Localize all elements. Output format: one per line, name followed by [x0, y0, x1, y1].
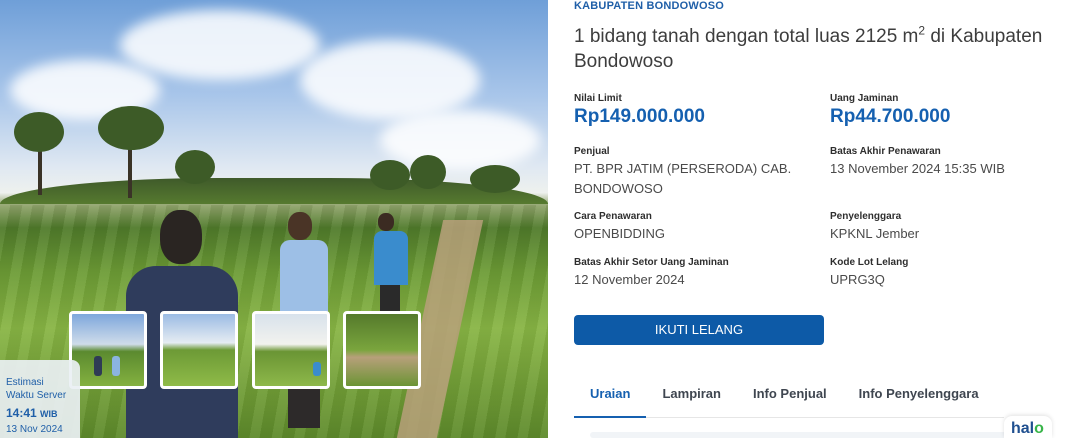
tree [410, 155, 446, 189]
cloud [300, 40, 480, 120]
follow-auction-button[interactable]: IKUTI LELANG [574, 315, 824, 345]
cara-penawaran-value: OPENBIDDING [574, 226, 666, 241]
detail-tabs: Uraian Lampiran Info Penjual Info Penyel… [574, 380, 1004, 418]
tree [14, 112, 64, 152]
batas-setor-jaminan: Batas Akhir Setor Uang Jaminan 12 Novemb… [574, 257, 814, 290]
treeline [0, 178, 548, 204]
tree [98, 106, 164, 150]
tree [175, 150, 215, 184]
region-label: KABUPATEN BONDOWOSO [574, 0, 725, 12]
penyelenggara-value: KPKNL Jember [830, 226, 920, 241]
main-photo[interactable]: Estimasi Waktu Server 14:41 WIB 13 Nov 2… [0, 0, 548, 438]
kode-lot: Kode Lot Lelang UPRG3Q [830, 257, 1070, 290]
penjual: Penjual PT. BPR JATIM (PERSERODA) CAB. B… [574, 146, 804, 199]
tab-lampiran[interactable]: Lampiran [646, 380, 737, 418]
halo-chat-logo[interactable]: halo [1004, 416, 1052, 438]
kode-lot-value: UPRG3Q [830, 272, 885, 287]
thumbnail-3[interactable] [252, 311, 330, 389]
server-time: 14:41 WIB [6, 406, 58, 420]
server-time-label: Estimasi [6, 377, 44, 388]
penyelenggara: Penyelenggara KPKNL Jember [830, 211, 1070, 244]
tab-content [590, 432, 1010, 438]
nilai-limit: Nilai Limit Rp149.000.000 [574, 93, 814, 128]
server-time-label: Waktu Server [6, 390, 67, 401]
cloud [380, 110, 540, 170]
server-date: 13 Nov 2024 [6, 424, 63, 435]
thumbnail-2[interactable] [160, 311, 238, 389]
server-time-widget: Estimasi Waktu Server 14:41 WIB 13 Nov 2… [0, 360, 80, 438]
uang-jaminan: Uang Jaminan Rp44.700.000 [830, 93, 1070, 128]
cara-penawaran: Cara Penawaran OPENBIDDING [574, 211, 814, 244]
thumbnail-1[interactable] [69, 311, 147, 389]
tab-info-penjual[interactable]: Info Penjual [737, 380, 843, 418]
tab-info-penyelenggara[interactable]: Info Penyelenggara [843, 380, 995, 418]
batas-akhir-penawaran: Batas Akhir Penawaran 13 November 2024 1… [830, 146, 1070, 179]
batas-akhir-penawaran-value: 13 November 2024 15:35 WIB [830, 161, 1005, 176]
tree [470, 165, 520, 193]
tab-uraian[interactable]: Uraian [574, 380, 647, 418]
lot-info-panel: KABUPATEN BONDOWOSO 1 bidang tanah denga… [574, 0, 1074, 438]
nilai-limit-value: Rp149.000.000 [574, 106, 705, 127]
tree [370, 160, 410, 190]
uang-jaminan-value: Rp44.700.000 [830, 106, 951, 127]
cloud [120, 10, 320, 80]
batas-setor-jaminan-value: 12 November 2024 [574, 272, 685, 287]
lot-title: 1 bidang tanah dengan total luas 2125 m2… [574, 23, 1043, 72]
penjual-value: PT. BPR JATIM (PERSERODA) CAB. BONDOWOSO [574, 161, 792, 196]
thumbnail-4[interactable] [343, 311, 421, 389]
